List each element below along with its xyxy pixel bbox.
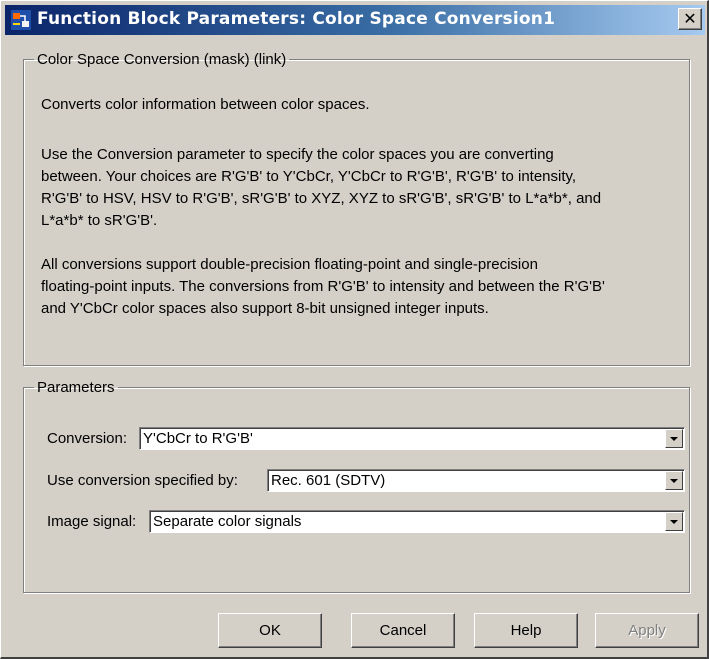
description-paragraph-3: All conversions support double-precision… xyxy=(41,256,605,317)
use-conversion-label: Use conversion specified by: xyxy=(47,472,238,489)
close-button[interactable]: ✕ xyxy=(678,8,702,30)
cancel-button[interactable]: Cancel xyxy=(351,613,455,648)
apply-button[interactable]: Apply xyxy=(595,613,699,648)
chevron-down-icon[interactable] xyxy=(665,429,683,448)
description-paragraph-1: Converts color information between color… xyxy=(41,96,370,113)
conversion-value: Y'CbCr to R'G'B' xyxy=(143,430,253,447)
title-bar[interactable]: Function Block Parameters: Color Space C… xyxy=(5,5,705,35)
dialog-window: Function Block Parameters: Color Space C… xyxy=(0,0,709,659)
use-conversion-value: Rec. 601 (SDTV) xyxy=(271,472,386,489)
help-button[interactable]: Help xyxy=(474,613,578,648)
use-conversion-select[interactable]: Rec. 601 (SDTV) xyxy=(267,469,685,492)
chevron-down-icon[interactable] xyxy=(665,512,683,531)
simulink-block-icon xyxy=(11,10,31,30)
parameters-legend: Parameters xyxy=(37,379,115,396)
conversion-label: Conversion: xyxy=(47,430,128,447)
ok-button[interactable]: OK xyxy=(218,613,322,648)
conversion-select[interactable]: Y'CbCr to R'G'B' xyxy=(139,427,685,450)
image-signal-label: Image signal: xyxy=(47,513,137,530)
close-icon: ✕ xyxy=(683,9,697,28)
chevron-down-icon[interactable] xyxy=(665,471,683,490)
image-signal-value: Separate color signals xyxy=(153,513,302,530)
description-paragraph-2: Use the Conversion parameter to specify … xyxy=(41,146,602,229)
description-legend: Color Space Conversion (mask) (link) xyxy=(37,51,287,68)
image-signal-select[interactable]: Separate color signals xyxy=(149,510,685,533)
window-title: Function Block Parameters: Color Space C… xyxy=(37,9,556,29)
